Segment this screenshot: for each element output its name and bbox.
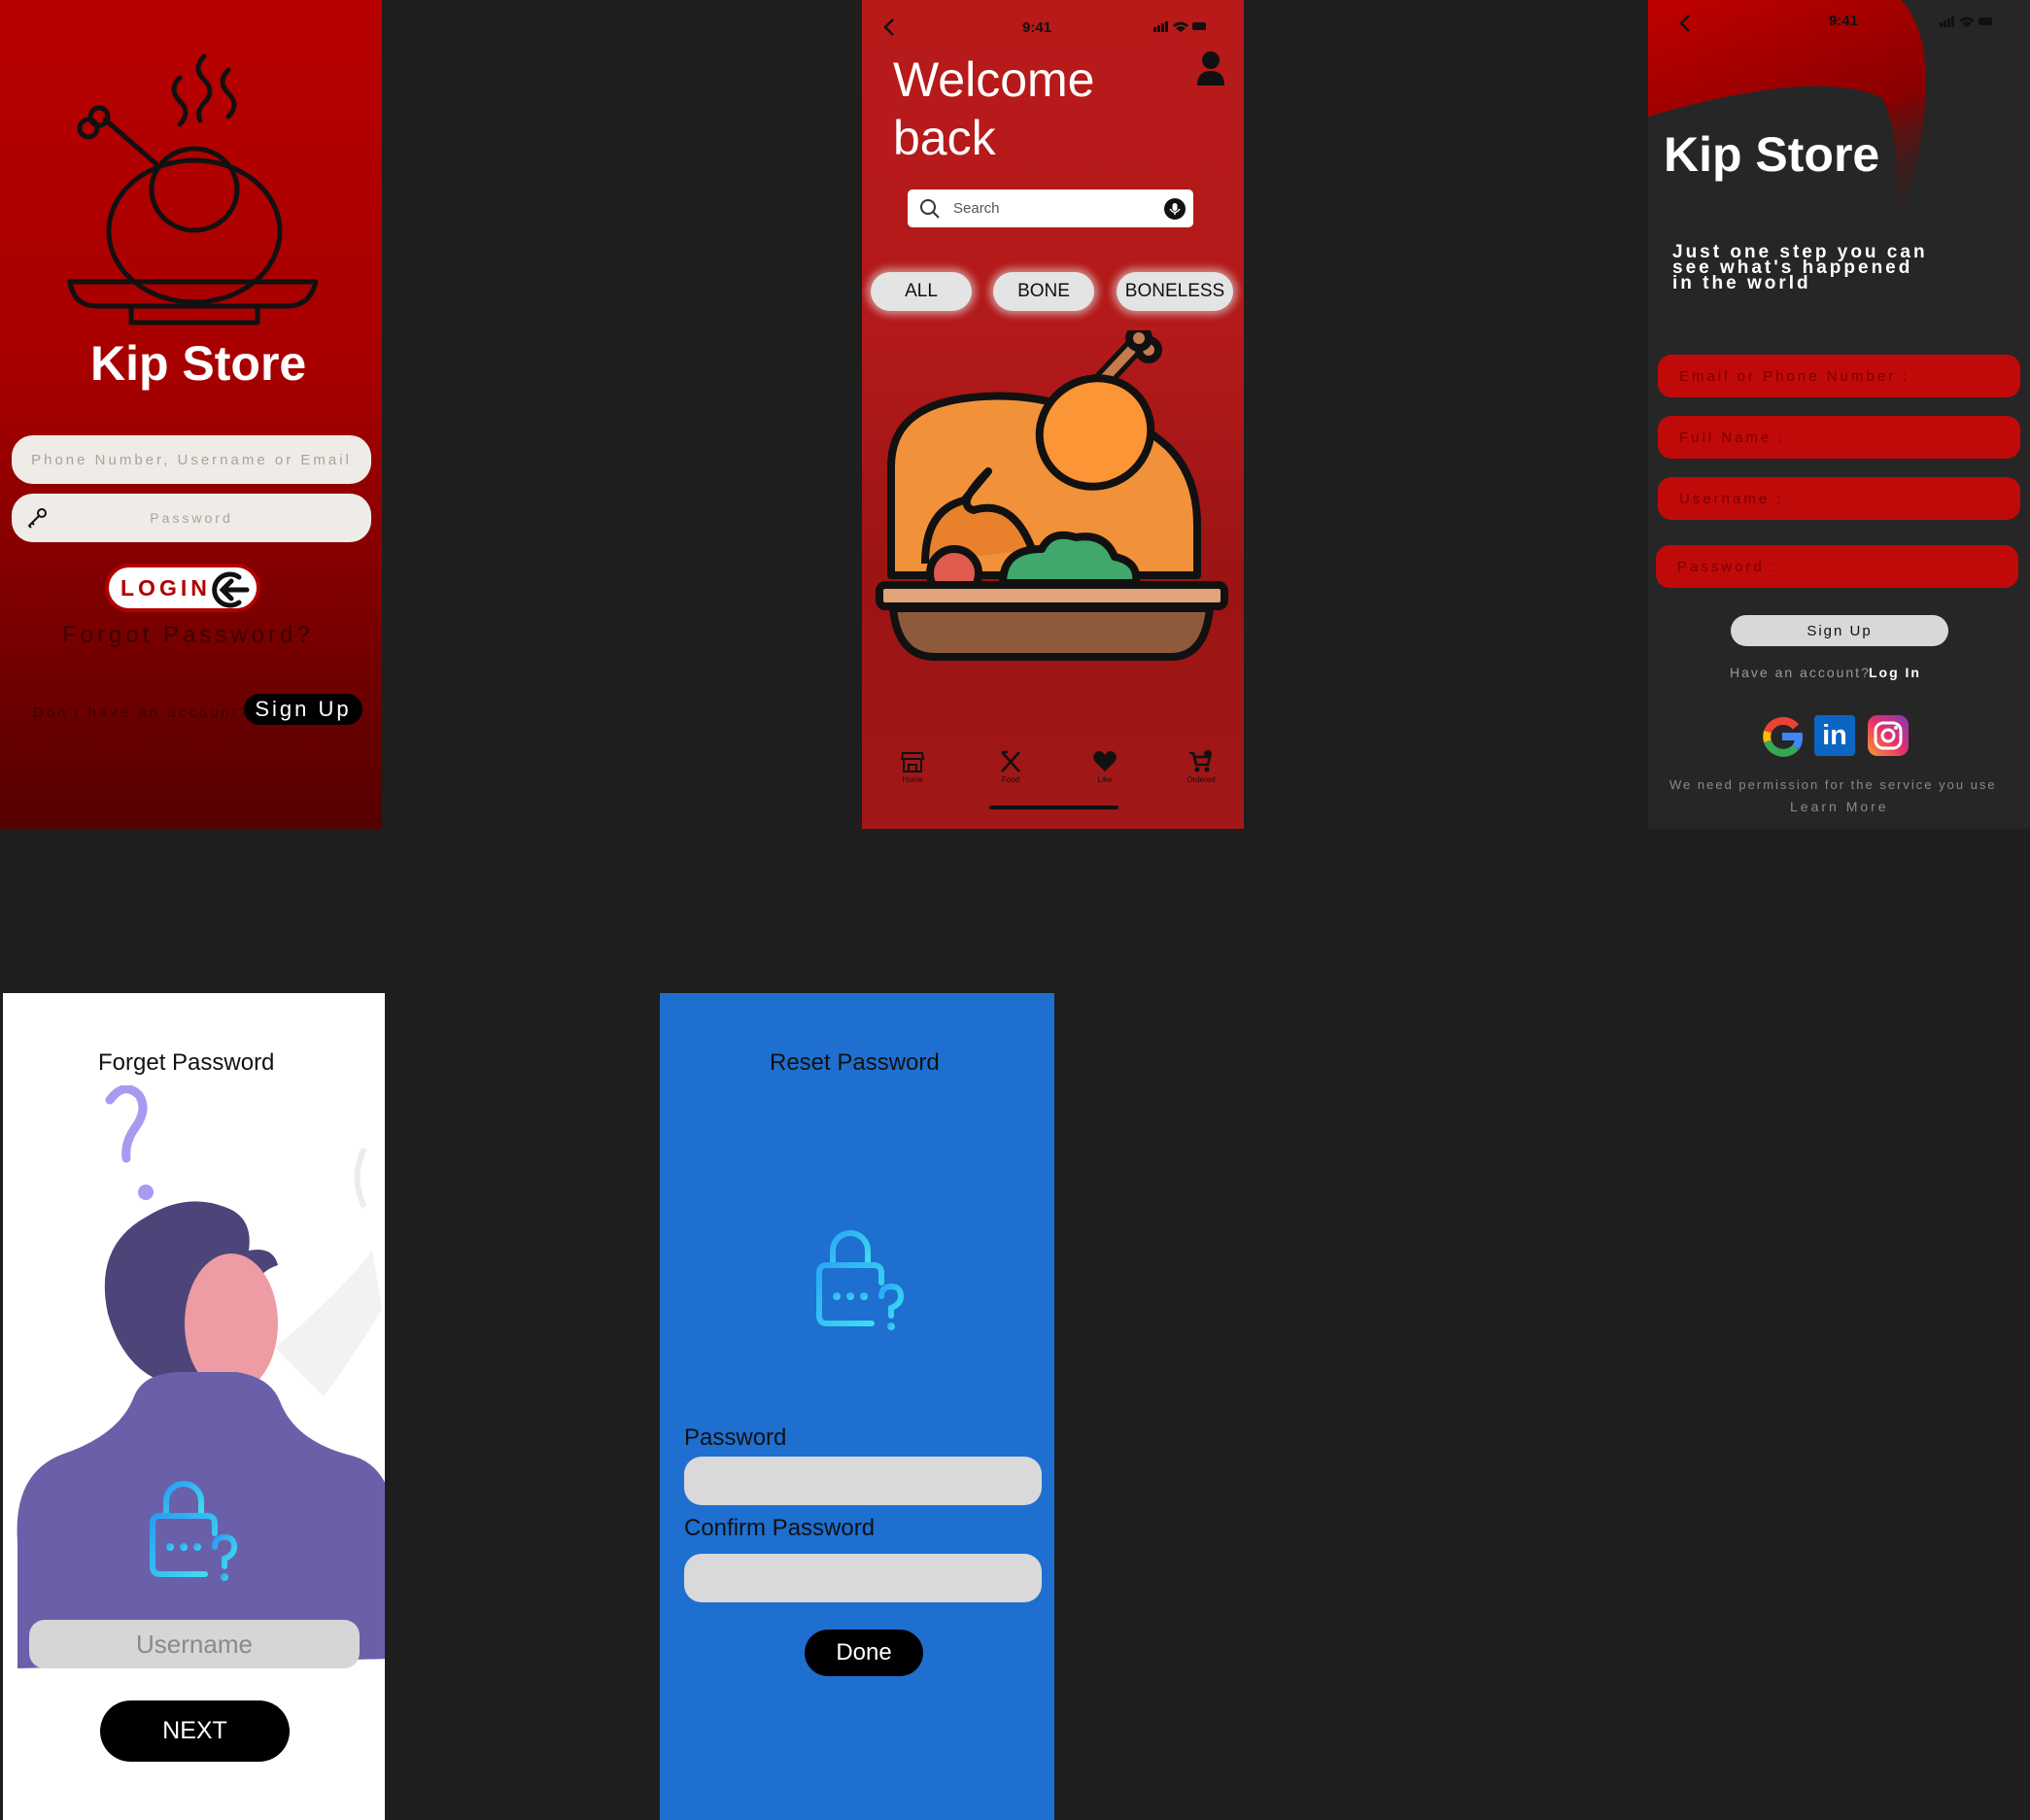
cart-icon [1189,750,1212,773]
nav-home[interactable]: Home [888,750,937,784]
signup-button[interactable]: Sign Up [244,694,362,725]
login-label: LOGIN [120,574,211,601]
utensils-icon [1001,750,1020,773]
confirm-password-input[interactable] [684,1554,1042,1602]
tagline-line-3: in the world [1672,273,1811,293]
permission-text: We need permission for the service you u… [1669,777,1997,792]
status-time: 9:41 [1022,19,1052,36]
signup-button-label: Sign Up [1806,622,1873,639]
password-placeholder: Password [150,510,233,526]
filter-bone[interactable]: BONE [993,272,1094,311]
login-link[interactable]: Log In [1869,665,1921,680]
linkedin-icon[interactable]: in [1814,715,1855,756]
nav-ordered[interactable]: Ordered [1177,750,1225,784]
spacer [147,1088,148,1089]
confirm-password-label: Confirm Password [684,1515,876,1541]
identifier-placeholder: Phone Number, Username or Email [31,451,352,468]
status-icons [1940,17,1992,27]
username-field[interactable]: Username : [1658,477,2020,520]
page-title: Reset Password [770,1049,940,1076]
lock-question-icon [816,1230,905,1330]
password-input[interactable]: Password [12,494,371,542]
no-account-text: Don't have an account? [33,704,251,721]
page-title: Forget Password [98,1049,275,1076]
back-chevron-icon[interactable] [881,17,897,37]
instagram-icon[interactable] [1868,715,1909,756]
brand-title: Kip Store [90,336,307,391]
tagline: Just one step you can see what's happene… [1672,243,1928,293]
filter-boneless-label: BONELESS [1124,281,1225,301]
greeting-title: Welcome back [893,52,1095,165]
email-or-phone-field[interactable]: Email or Phone Number : [1658,355,2020,397]
done-button[interactable]: Done [805,1630,923,1676]
back-chevron-icon[interactable] [1677,14,1693,33]
next-label: NEXT [162,1717,227,1744]
search-bar[interactable]: Search [908,189,1193,227]
nav-food-label: Food [1001,775,1020,784]
username-input[interactable]: Username [29,1620,360,1668]
login-screen: Kip Store Phone Number, Username or Emai… [0,0,382,829]
forgot-password-link[interactable]: Forgot Password? [62,622,314,649]
nav-ordered-label: Ordered [1187,775,1216,784]
lock-question-icon [147,1087,244,1194]
full-name-field[interactable]: Full Name : [1658,416,2020,459]
heart-icon [1093,751,1117,772]
password-placeholder: Password : [1677,558,1779,575]
key-icon [27,508,47,529]
roast-chicken-icon [67,53,319,326]
username-placeholder: Username : [1679,490,1784,507]
nav-like[interactable]: Like [1081,750,1129,784]
username-placeholder: Username [136,1629,253,1659]
store-icon [900,752,925,773]
filter-bone-label: BONE [1017,281,1070,301]
filter-all-label: ALL [905,281,938,301]
login-arrow-icon [212,571,250,608]
next-button[interactable]: NEXT [100,1700,290,1762]
profile-icon[interactable] [1196,51,1225,86]
password-field[interactable]: Password : [1656,545,2018,588]
email-or-phone-placeholder: Email or Phone Number : [1679,367,1910,385]
filter-boneless[interactable]: BONELESS [1117,272,1233,311]
roast-chicken-illustration [876,330,1228,661]
password-input[interactable] [684,1457,1042,1505]
home-screen: 9:41 Welcome back Search ALL BONE BONELE… [862,0,1244,829]
status-icons [1153,21,1206,32]
google-icon[interactable] [1761,715,1804,758]
signup-button[interactable]: Sign Up [1731,615,1948,646]
done-label: Done [836,1639,892,1665]
nav-food[interactable]: Food [986,750,1035,784]
nav-active-indicator [989,806,1118,809]
lock-question-icon [150,1481,238,1581]
search-icon [920,199,940,219]
password-label: Password [684,1425,787,1451]
canvas: { "login": { "brand": "Kip Store", "iden… [0,0,2030,1820]
reset-password-screen: Reset Password Password Confirm Password… [660,993,1054,1820]
status-time: 9:41 [1829,13,1859,29]
learn-more-link[interactable]: Learn More [1790,799,1889,814]
have-account-text: Have an account? [1730,665,1871,680]
search-placeholder: Search [953,200,1000,217]
signup-screen: 9:41 Kip Store Just one step you can see… [1648,0,2030,829]
full-name-placeholder: Full Name : [1679,429,1786,446]
identifier-input[interactable]: Phone Number, Username or Email [12,435,371,484]
microphone-icon[interactable] [1164,198,1186,220]
nav-like-label: Like [1097,775,1113,784]
nav-home-label: Home [902,775,923,784]
filter-all[interactable]: ALL [871,272,972,311]
login-button[interactable]: LOGIN [105,564,260,612]
brand-title: Kip Store [1664,127,1880,182]
signup-label: Sign Up [255,697,352,721]
forget-password-screen: Forget Password Username NEXT [3,993,385,1820]
